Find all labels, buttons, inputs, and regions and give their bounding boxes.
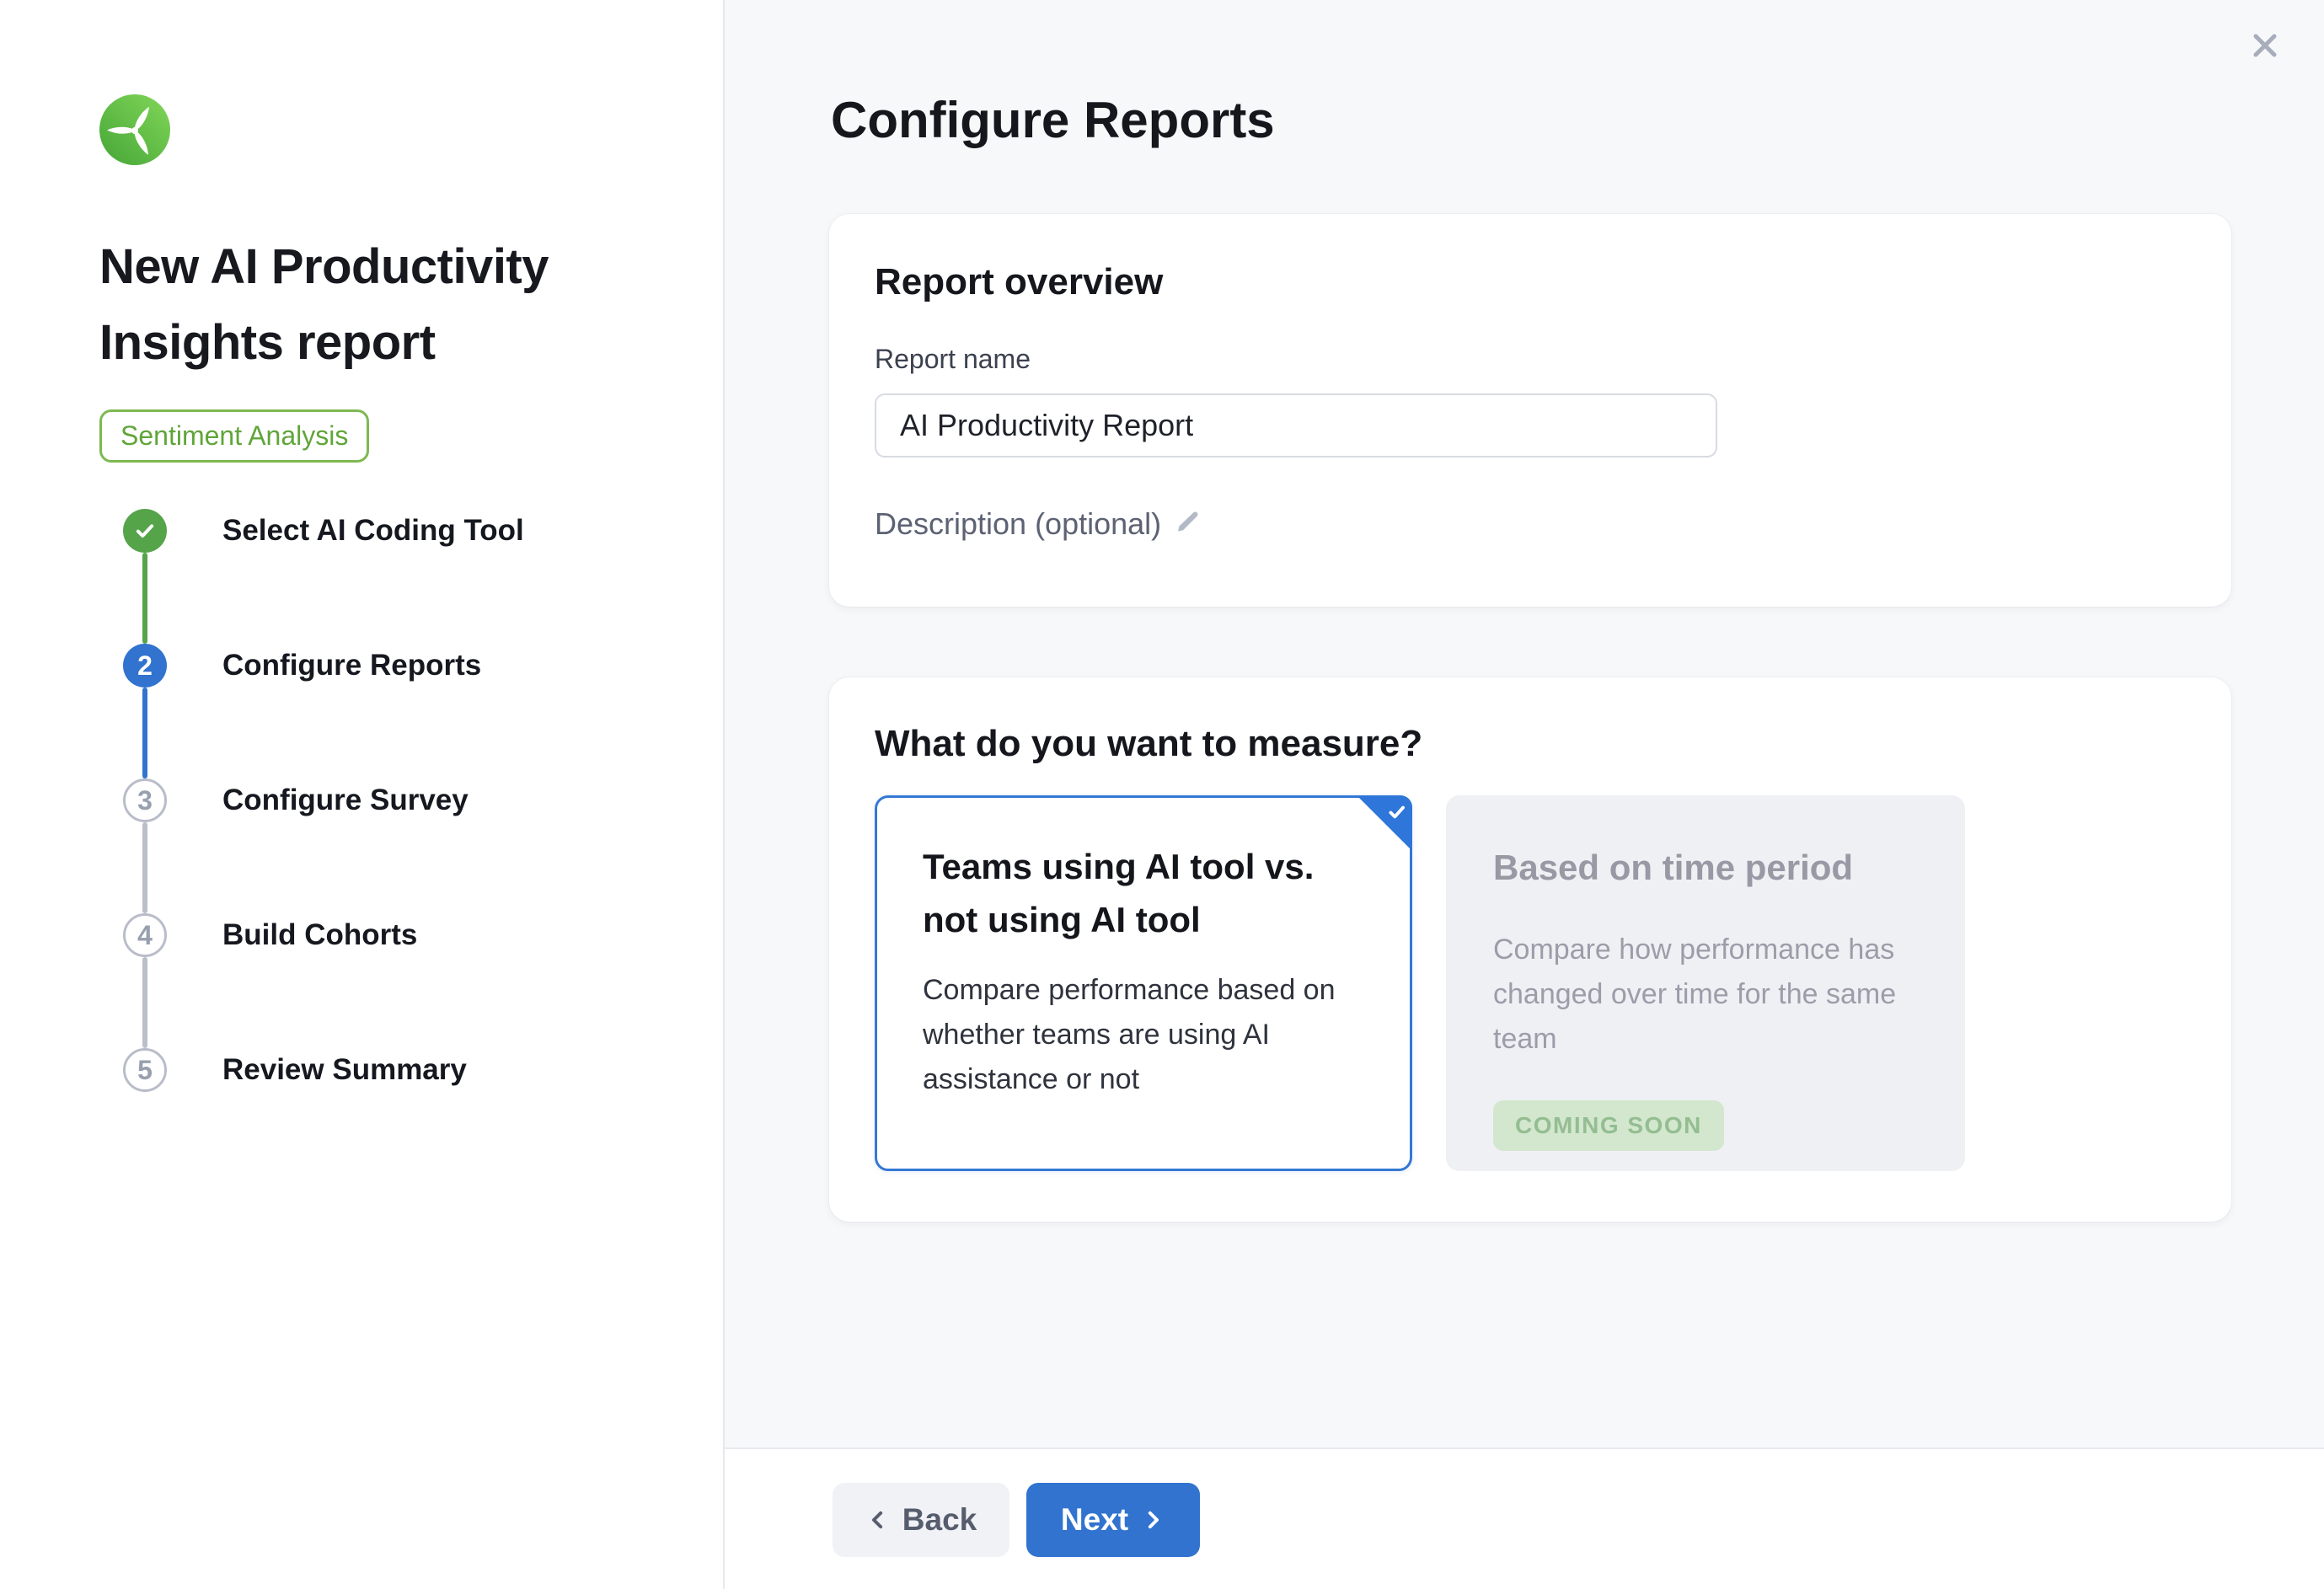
- step-connector: [142, 957, 147, 1048]
- report-name-label: Report name: [875, 344, 2186, 375]
- selected-corner-flag: [1357, 795, 1412, 851]
- step-circle: 5: [123, 1048, 167, 1092]
- step-review-summary[interactable]: 5 Review Summary: [123, 1048, 467, 1092]
- step-circle: 4: [123, 913, 167, 957]
- description-edit-row[interactable]: Description (optional): [875, 506, 1202, 542]
- check-icon: [132, 518, 158, 543]
- chevron-left-icon: [865, 1507, 891, 1533]
- option-title: Teams using AI tool vs. not using AI too…: [923, 840, 1364, 946]
- back-button[interactable]: Back: [833, 1483, 1009, 1557]
- chevron-right-icon: [1140, 1507, 1165, 1533]
- step-label: Configure Survey: [222, 784, 469, 817]
- step-configure-survey[interactable]: 3 Configure Survey: [123, 778, 469, 822]
- step-label: Configure Reports: [222, 649, 481, 682]
- option-time-period: Based on time period Compare how perform…: [1446, 795, 1965, 1171]
- step-select-ai-coding-tool[interactable]: Select AI Coding Tool: [123, 509, 524, 553]
- next-button[interactable]: Next: [1026, 1483, 1200, 1557]
- report-wizard-title: New AI Productivity Insights report: [99, 229, 689, 381]
- configure-reports-panel: Configure Reports Report overview Report…: [725, 0, 2324, 1447]
- step-label: Select AI Coding Tool: [222, 514, 524, 548]
- selected-check-icon: [1386, 801, 1408, 823]
- step-connector: [142, 687, 147, 778]
- report-overview-card: Report overview Report name Description …: [829, 214, 2231, 607]
- step-build-cohorts[interactable]: 4 Build Cohorts: [123, 913, 417, 957]
- close-icon[interactable]: [2248, 29, 2282, 62]
- step-complete-circle: [123, 509, 167, 553]
- pencil-icon[interactable]: [1175, 509, 1202, 540]
- propeller-logo-icon: [99, 94, 170, 165]
- option-description: Compare how performance has changed over…: [1493, 928, 1918, 1062]
- option-title: Based on time period: [1493, 841, 1918, 894]
- coming-soon-badge: COMING SOON: [1493, 1100, 1724, 1151]
- wizard-footer: Back Next: [725, 1447, 2324, 1589]
- measure-card: What do you want to measure? Teams using…: [829, 677, 2231, 1222]
- description-label: Description (optional): [875, 506, 1161, 542]
- measure-options: Teams using AI tool vs. not using AI too…: [875, 795, 2186, 1171]
- option-teams-vs-not[interactable]: Teams using AI tool vs. not using AI too…: [875, 795, 1412, 1171]
- report-type-badge: Sentiment Analysis: [99, 409, 369, 463]
- step-connector: [142, 553, 147, 644]
- step-circle: 3: [123, 778, 167, 822]
- report-overview-title: Report overview: [875, 261, 2186, 303]
- report-name-input[interactable]: [875, 393, 1717, 457]
- step-connector: [142, 822, 147, 913]
- back-button-label: Back: [902, 1502, 977, 1538]
- measure-title: What do you want to measure?: [875, 723, 2186, 765]
- step-active-circle: 2: [123, 644, 167, 687]
- option-description: Compare performance based on whether tea…: [923, 968, 1364, 1102]
- next-button-label: Next: [1061, 1502, 1128, 1538]
- step-label: Build Cohorts: [222, 918, 417, 952]
- step-label: Review Summary: [222, 1053, 467, 1087]
- wizard-sidebar: New AI Productivity Insights report Sent…: [0, 0, 725, 1589]
- page-title: Configure Reports: [831, 91, 1275, 149]
- step-configure-reports[interactable]: 2 Configure Reports: [123, 644, 481, 687]
